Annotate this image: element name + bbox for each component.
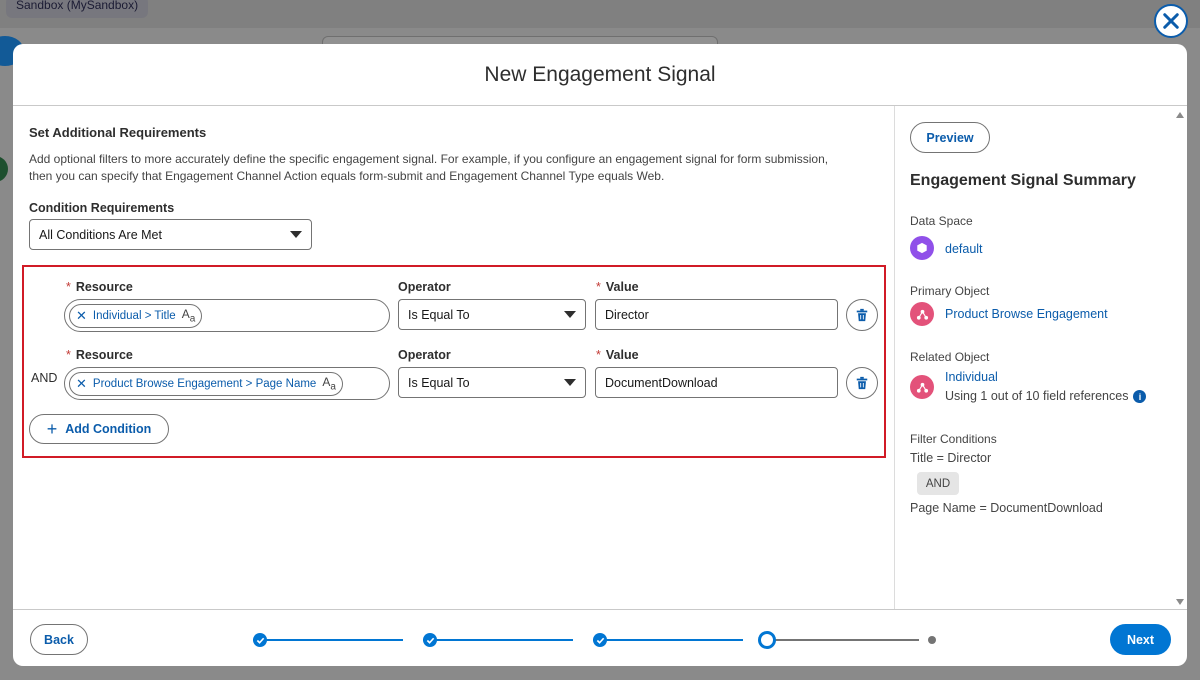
progress-step-current — [758, 631, 776, 649]
remove-icon[interactable]: ✕ — [76, 308, 87, 324]
modal-footer: Back Next — [13, 609, 1187, 666]
filter-and-badge: AND — [917, 472, 959, 495]
section-description: Add optional filters to more accurately … — [29, 152, 829, 183]
and-connector: AND — [31, 371, 58, 385]
object-icon — [910, 375, 934, 399]
remove-icon[interactable]: ✕ — [76, 376, 87, 392]
resource-input[interactable]: ✕ Individual > Title Aa — [64, 299, 390, 332]
scroll-up-icon[interactable] — [1176, 112, 1184, 118]
resource-pill-label: Individual > Title — [92, 309, 176, 322]
resource-label: * Resource — [66, 280, 133, 294]
progress-step-incomplete — [928, 636, 936, 644]
resource-pill: ✕ Individual > Title Aa — [69, 303, 203, 328]
plus-icon: + — [46, 419, 58, 439]
filter-conditions-label: Filter Conditions — [910, 432, 997, 446]
trash-icon — [856, 308, 868, 322]
progress-step-complete — [593, 633, 607, 647]
filter-condition-1: Title = Director — [910, 451, 992, 465]
value-label: * Value — [596, 280, 639, 294]
resource-pill: ✕ Product Browse Engagement > Page Name … — [69, 371, 343, 396]
filter-condition-2: Page Name = DocumentDownload — [910, 501, 1103, 515]
check-icon — [256, 637, 264, 644]
data-space-label: Data Space — [910, 214, 973, 228]
add-condition-button[interactable]: + Add Condition — [29, 414, 169, 444]
close-icon — [1163, 13, 1179, 29]
value-text: DocumentDownload — [605, 375, 718, 390]
next-button[interactable]: Next — [1110, 624, 1171, 655]
section-title: Set Additional Requirements — [29, 125, 207, 140]
condition-requirements-value: All Conditions Are Met — [39, 227, 162, 242]
engagement-signal-modal: New Engagement Signal Set Additional Req… — [13, 44, 1187, 666]
progress-line — [253, 639, 403, 641]
progress-indicator — [239, 631, 936, 649]
value-text: Director — [605, 307, 649, 322]
requirements-pane: Set Additional Requirements Add optional… — [13, 106, 894, 609]
object-icon — [910, 302, 934, 326]
info-icon[interactable]: i — [1133, 390, 1147, 404]
scrollbar[interactable] — [1175, 106, 1185, 609]
chevron-down-icon — [290, 231, 302, 238]
modal-title: New Engagement Signal — [484, 62, 716, 86]
progress-step-complete — [253, 633, 267, 647]
add-condition-label: Add Condition — [65, 422, 152, 436]
delete-condition-button[interactable] — [846, 367, 878, 399]
chevron-down-icon — [564, 311, 576, 318]
primary-object-link[interactable]: Product Browse Engagement — [945, 307, 1108, 321]
text-type-icon: Aa — [181, 306, 196, 325]
progress-line — [773, 639, 919, 641]
primary-object-label: Primary Object — [910, 284, 990, 298]
data-space-icon — [910, 236, 934, 260]
summary-title: Engagement Signal Summary — [910, 172, 1136, 189]
progress-step-complete — [423, 633, 437, 647]
chevron-down-icon — [564, 379, 576, 386]
summary-pane: Preview Engagement Signal Summary Data S… — [894, 106, 1187, 609]
check-icon — [426, 637, 434, 644]
delete-condition-button[interactable] — [846, 299, 878, 331]
related-object-link[interactable]: Individual — [945, 370, 998, 384]
operator-value: Is Equal To — [408, 307, 470, 322]
data-space-link[interactable]: default — [945, 242, 983, 256]
resource-input[interactable]: ✕ Product Browse Engagement > Page Name … — [64, 367, 390, 400]
condition-requirements-label: Condition Requirements — [29, 201, 175, 215]
check-icon — [596, 637, 604, 644]
resource-pill-label: Product Browse Engagement > Page Name — [92, 377, 317, 390]
resource-label: * Resource — [66, 348, 133, 362]
close-modal-button[interactable] — [1154, 4, 1188, 38]
back-button[interactable]: Back — [30, 624, 88, 655]
field-references-note: Using 1 out of 10 field references i — [945, 389, 1147, 404]
progress-line — [423, 639, 573, 641]
operator-value: Is Equal To — [408, 375, 470, 390]
value-label: * Value — [596, 348, 639, 362]
modal-header: New Engagement Signal — [13, 44, 1187, 106]
operator-label: Operator — [398, 348, 451, 362]
condition-requirements-select[interactable]: All Conditions Are Met — [29, 219, 312, 250]
progress-line — [593, 639, 743, 641]
operator-select[interactable]: Is Equal To — [398, 367, 586, 398]
preview-button[interactable]: Preview — [910, 122, 990, 153]
operator-label: Operator — [398, 280, 451, 294]
related-object-label: Related Object — [910, 350, 990, 364]
scroll-down-icon[interactable] — [1176, 599, 1184, 605]
trash-icon — [856, 376, 868, 390]
value-input[interactable]: Director — [595, 299, 838, 330]
operator-select[interactable]: Is Equal To — [398, 299, 586, 330]
text-type-icon: Aa — [322, 374, 336, 393]
value-input[interactable]: DocumentDownload — [595, 367, 838, 398]
